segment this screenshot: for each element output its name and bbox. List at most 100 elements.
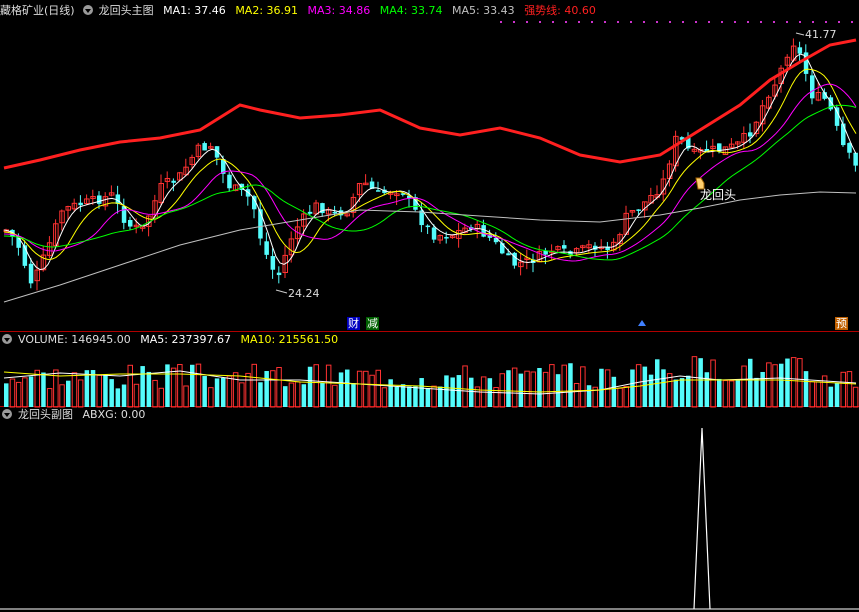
volume-bar-down	[537, 367, 542, 407]
volume-bar-up	[34, 369, 40, 408]
top-dot-marker	[786, 21, 788, 23]
top-dot-marker	[708, 21, 710, 23]
volume-bar-down	[586, 385, 592, 407]
candle-down	[431, 227, 437, 240]
volume-bar-down	[221, 377, 226, 407]
volume-bar-up	[549, 364, 555, 408]
top-dot-marker	[851, 21, 853, 23]
volume-bar-down	[779, 363, 784, 407]
volume-bar-up	[524, 370, 530, 408]
candle-down	[500, 243, 505, 254]
volume-bar-up	[270, 370, 276, 408]
volume-bar-up	[133, 383, 140, 408]
top-dot-marker	[539, 21, 541, 23]
volume-bar-up	[462, 365, 468, 408]
volume-bar-up	[294, 381, 301, 408]
candle-down	[636, 209, 641, 211]
volume-bar-up	[276, 367, 282, 408]
volume-bar-up	[666, 373, 673, 408]
volume-bar-up	[790, 357, 797, 408]
volume-bar-down	[717, 378, 722, 407]
high-price-label: 41.77	[805, 28, 837, 41]
volume-bar-up	[152, 379, 158, 408]
volume-bar-up	[127, 364, 133, 408]
volume-bar-up	[245, 372, 251, 408]
volume-bar-down	[140, 366, 145, 407]
volume-bar-down	[258, 382, 263, 407]
volume-bar-down	[673, 379, 679, 407]
candle-down	[834, 107, 840, 126]
candle-down	[797, 47, 803, 54]
volume-bar-down	[115, 388, 121, 407]
volume-bar-down	[803, 371, 809, 407]
volume-bar-up	[573, 382, 580, 408]
volume-bar-up	[809, 381, 815, 408]
candle-down	[841, 123, 846, 146]
volume-bar-up	[363, 370, 369, 408]
volume-bar-up	[183, 385, 189, 408]
volume-bar-up	[797, 358, 803, 408]
candle-down	[276, 272, 282, 276]
candle-down	[97, 195, 102, 204]
volume-bar-down	[84, 370, 90, 407]
candle-down	[171, 180, 176, 183]
top-dot-marker	[513, 21, 515, 23]
volume-bar-up	[15, 381, 22, 408]
volume-bar-up	[77, 379, 84, 408]
volume-bar-down	[307, 366, 313, 407]
candle-down	[264, 241, 269, 255]
volume-bar-up	[840, 371, 846, 408]
volume-bar-down	[202, 376, 207, 407]
candle-down	[270, 256, 276, 270]
volume-bar-down	[345, 369, 350, 407]
volume-bar-down	[735, 379, 741, 407]
volume-bar-down	[103, 374, 108, 407]
volume-bar-down	[785, 358, 790, 407]
candle-down	[562, 245, 567, 249]
volume-bar-up	[59, 384, 65, 408]
volume-bar-down	[760, 371, 765, 407]
volume-bar-down	[518, 373, 524, 407]
volume-bar-down	[642, 366, 648, 407]
candle-down	[506, 253, 511, 256]
volume-bar-down	[568, 363, 573, 407]
volume-bar-up	[741, 365, 747, 408]
top-dot-marker	[591, 21, 593, 23]
top-dot-marker	[526, 21, 528, 23]
volume-bar-down	[283, 386, 288, 407]
candle-down	[481, 225, 486, 237]
volume-bar-up	[9, 378, 16, 408]
candle-down	[810, 75, 815, 99]
volume-bar-down	[301, 384, 307, 407]
top-dot-marker	[643, 21, 645, 23]
volume-bar-down	[190, 364, 195, 407]
volume-bar-up	[728, 380, 735, 408]
volume-bar-down	[146, 371, 152, 407]
volume-bar-up	[71, 372, 78, 408]
volume-bar-up	[710, 359, 716, 408]
volume-bar-up	[232, 372, 239, 408]
candle-down	[332, 211, 338, 214]
volume-bar-down	[704, 372, 710, 407]
top-dot-marker	[682, 21, 684, 23]
candle-down	[227, 174, 232, 189]
volume-bar-up	[691, 356, 698, 408]
top-dot-marker	[838, 21, 840, 23]
volume-bar-up	[772, 364, 778, 408]
volume-bar-up	[22, 377, 28, 408]
top-dot-marker	[773, 21, 775, 23]
volume-bar-up	[369, 374, 375, 408]
volume-bar-up	[288, 382, 295, 408]
volume-bar-down	[407, 386, 412, 407]
kline-chart[interactable]	[0, 0, 859, 612]
volume-bar-up	[617, 387, 623, 408]
top-dot-marker	[734, 21, 736, 23]
volume-bar-up	[195, 363, 202, 408]
abxg-spike	[693, 427, 711, 610]
volume-bar-down	[506, 370, 511, 407]
volume-bar-up	[96, 374, 102, 408]
volume-bar-up	[530, 371, 536, 408]
top-dot-marker	[721, 21, 723, 23]
volume-bar-up	[852, 386, 859, 408]
candle-down	[444, 237, 449, 239]
